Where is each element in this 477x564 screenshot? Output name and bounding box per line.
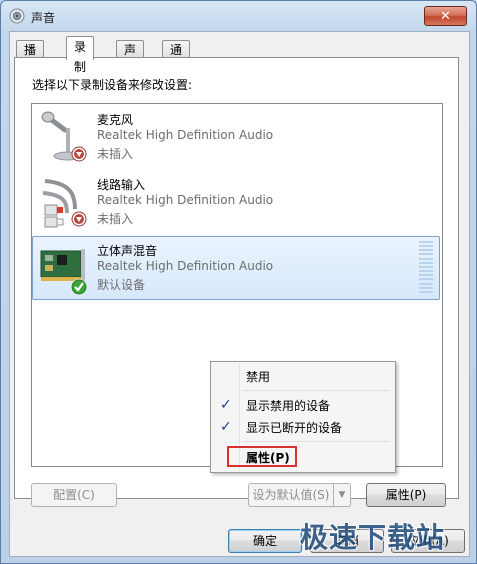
dialog-content: 播放 录制 声音 通信 选择以下录制设备来修改设置:	[9, 31, 470, 557]
menu-item-label: 禁用	[246, 370, 271, 384]
menu-item-label: 显示禁用的设备	[246, 399, 331, 413]
site-watermark: 极速下载站	[300, 521, 446, 554]
annotation-highlight-box	[227, 446, 297, 467]
level-meter	[419, 241, 433, 293]
device-name: 麦克风	[97, 113, 134, 127]
device-context-menu: 禁用 ✓ 显示禁用的设备 ✓ 显示已断开的设备 属性(P)	[210, 361, 396, 473]
checkmark-icon: ✓	[220, 397, 232, 413]
ok-button[interactable]: 确定	[228, 529, 302, 553]
device-status: 默认设备	[97, 278, 146, 292]
menu-separator	[242, 390, 390, 391]
title-bar[interactable]: 声音 ✕	[1, 1, 476, 31]
menu-item-disable[interactable]: 禁用	[213, 365, 391, 387]
properties-button[interactable]: 属性(P)	[366, 483, 446, 507]
device-item-stereo-mix[interactable]: 立体声混音 Realtek High Definition Audio 默认设备	[32, 236, 440, 300]
device-item-microphone[interactable]: 麦克风 Realtek High Definition Audio 未插入	[33, 106, 439, 168]
microphone-icon	[41, 111, 87, 162]
sound-card-icon	[40, 249, 87, 295]
device-item-line-in[interactable]: 线路输入 Realtek High Definition Audio 未插入	[33, 171, 439, 233]
device-name: 线路输入	[97, 178, 146, 192]
device-name: 立体声混音	[97, 244, 158, 258]
sound-dialog-window: 声音 ✕ 播放 录制 声音 通信 选择以下录制设备来修改设置:	[0, 0, 477, 564]
device-status: 未插入	[97, 212, 134, 226]
chevron-down-icon: ▼	[338, 490, 346, 500]
device-driver: Realtek High Definition Audio	[97, 193, 274, 207]
menu-item-show-disconnected-devices[interactable]: ✓ 显示已断开的设备	[213, 416, 391, 438]
recording-tab-panel: 选择以下录制设备来修改设置: 麦克风 Realtek High Definiti…	[14, 57, 459, 507]
device-status: 未插入	[97, 147, 134, 161]
window-title: 声音	[31, 11, 56, 25]
instruction-text: 选择以下录制设备来修改设置:	[32, 78, 193, 92]
speaker-icon	[9, 8, 25, 24]
tab-recording[interactable]: 录制	[66, 36, 95, 74]
device-driver: Realtek High Definition Audio	[97, 128, 274, 142]
menu-item-label: 显示已断开的设备	[246, 421, 343, 435]
configure-button[interactable]: 配置(C)	[31, 483, 117, 507]
close-button[interactable]: ✕	[424, 6, 467, 26]
menu-item-show-disabled-devices[interactable]: ✓ 显示禁用的设备	[213, 394, 391, 416]
checkmark-icon: ✓	[220, 419, 232, 435]
device-driver: Realtek High Definition Audio	[97, 259, 274, 273]
set-default-dropdown[interactable]: ▼	[333, 483, 351, 507]
set-default-button[interactable]: 设为默认值(S)	[248, 483, 334, 507]
recording-device-list[interactable]: 麦克风 Realtek High Definition Audio 未插入 线路…	[31, 103, 443, 473]
close-icon: ✕	[440, 8, 451, 24]
line-in-cable-icon	[42, 179, 87, 228]
menu-separator	[242, 441, 390, 442]
